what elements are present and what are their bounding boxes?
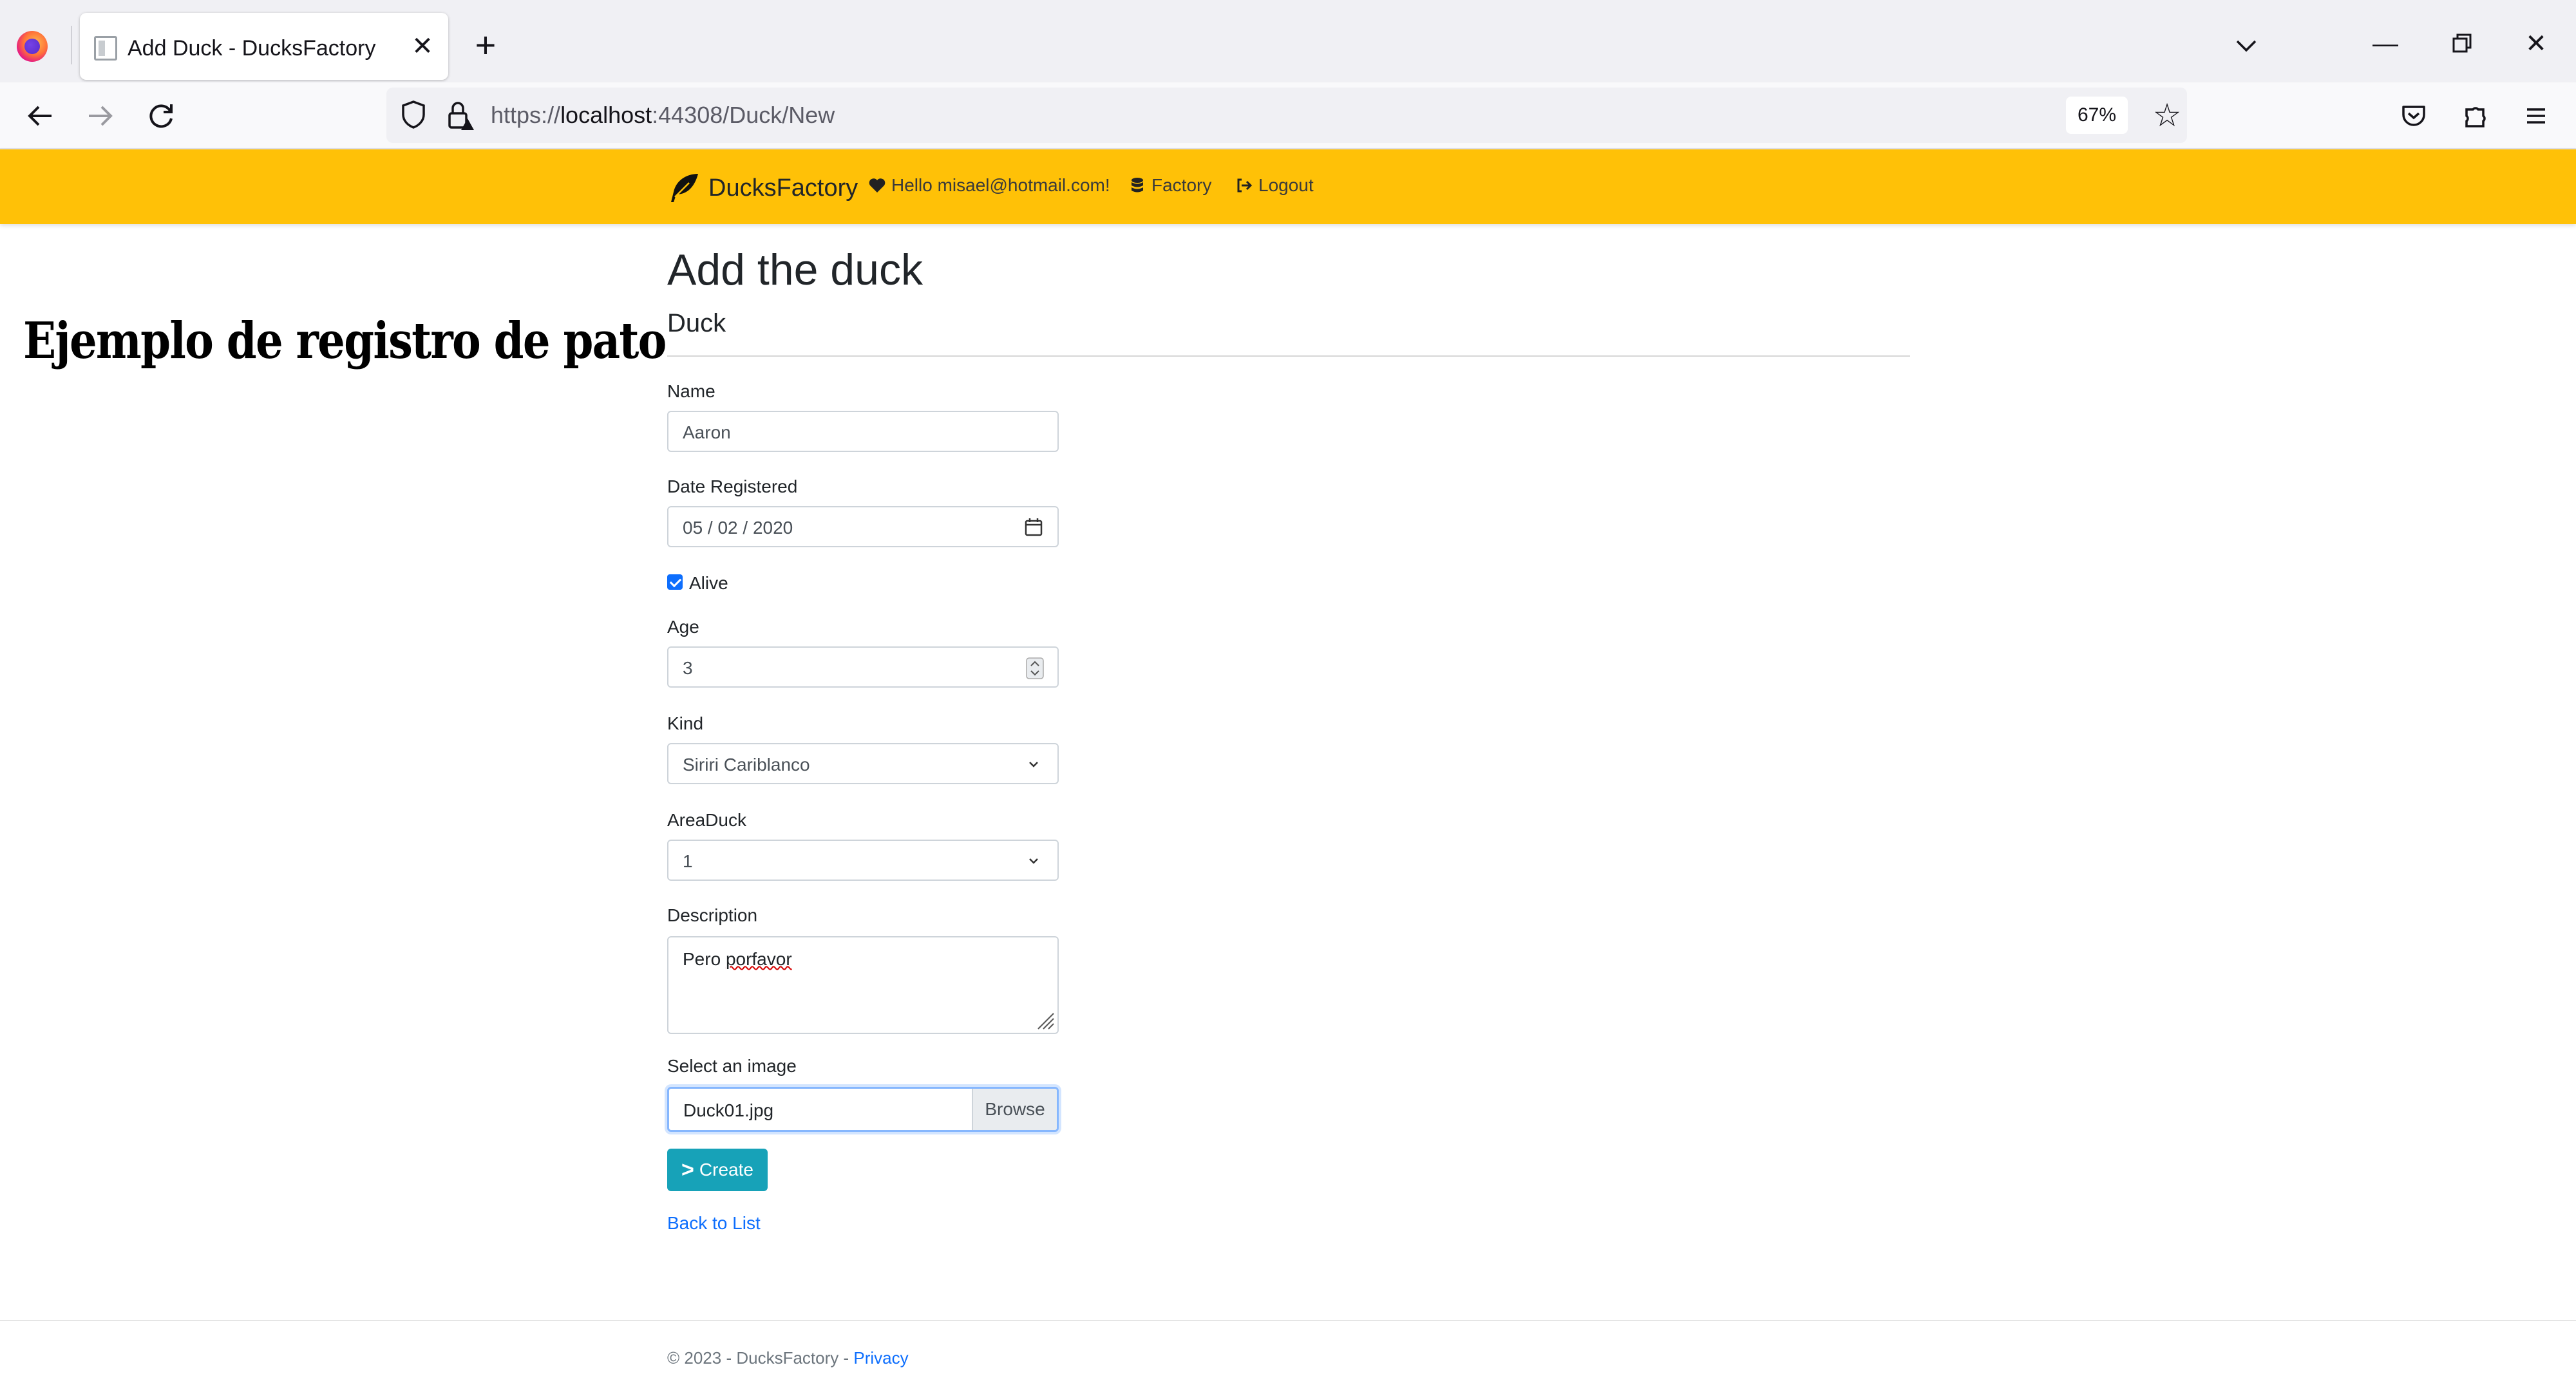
date-registered-label: Date Registered [667,476,798,496]
browse-button[interactable]: Browse [972,1089,1057,1130]
logout-link[interactable]: Logout [1235,175,1314,196]
new-tab-button[interactable]: + [468,27,504,63]
age-label: Age [667,617,699,637]
tab-title: Add Duck - DucksFactory [128,36,376,61]
extensions-puzzle-icon[interactable] [2456,97,2495,135]
hamburger-menu-icon[interactable] [2517,97,2555,135]
name-label: Name [667,381,715,401]
heart-icon [869,178,886,193]
divider [667,355,1910,357]
description-textarea[interactable]: Pero porfavor [667,936,1059,1034]
sign-out-icon [1237,178,1253,193]
alive-checkbox[interactable] [667,574,683,590]
url-bar[interactable]: https://localhost:44308/Duck/New 67% ☆ [386,88,2187,143]
kind-select[interactable]: Siriri Cariblanco [667,743,1059,784]
pocket-icon[interactable] [2394,97,2433,135]
area-duck-select[interactable]: 1 [667,840,1059,881]
date-registered-input[interactable]: 05 / 02 / 2020 [667,506,1059,547]
lock-warning-icon[interactable] [446,99,474,131]
age-input[interactable]: 3 [667,646,1059,688]
create-button-label: Create [699,1160,753,1180]
brand-text: DucksFactory [708,174,858,202]
back-to-list-link[interactable]: Back to List [667,1213,761,1234]
chevron-down-icon [1029,858,1038,864]
bookmark-star-icon[interactable]: ☆ [2148,97,2186,134]
kind-value: Siriri Cariblanco [683,755,810,775]
page-subtitle: Duck [667,309,726,337]
spinner-arrows-icon[interactable] [1025,657,1045,680]
description-label: Description [667,905,758,925]
page-favicon-icon [94,36,117,61]
logout-text: Logout [1258,175,1314,195]
url-scheme: https:// [491,102,561,128]
footer: © 2023 - DucksFactory - Privacy [667,1348,909,1368]
url-text[interactable]: https://localhost:44308/Duck/New [491,102,835,129]
feather-icon [671,174,698,202]
tab-separator [71,26,72,64]
database-icon [1132,178,1143,193]
browser-tab[interactable]: Add Duck - DucksFactory ✕ [80,13,448,80]
date-registered-value: 05 / 02 / 2020 [683,518,793,538]
list-all-tabs-icon[interactable] [2228,27,2264,63]
create-button[interactable]: > Create [667,1149,768,1191]
alive-label: Alive [689,573,728,593]
minimize-window-icon[interactable]: — [2365,23,2406,64]
chevron-right-icon: > [681,1157,694,1182]
area-duck-label: AreaDuck [667,810,746,830]
footer-divider [0,1320,2576,1321]
brand-link[interactable]: DucksFactory [667,169,858,207]
select-image-label: Select an image [667,1056,797,1076]
description-word: Pero [683,949,721,969]
kind-label: Kind [667,713,704,733]
description-misspelled-word: porfavor [725,949,792,969]
url-host: localhost [560,102,652,128]
tab-close-icon[interactable]: ✕ [408,32,437,61]
close-window-icon[interactable]: ✕ [2515,23,2557,64]
footer-copyright: © 2023 - DucksFactory - [667,1348,854,1368]
forward-arrow-icon[interactable] [81,97,120,135]
privacy-link[interactable]: Privacy [853,1348,908,1368]
hello-user-text: Hello misael@hotmail.com! [891,175,1110,195]
description-value: Pero porfavor [683,949,792,970]
reload-icon[interactable] [142,97,180,135]
image-file-input[interactable]: Duck01.jpg Browse [667,1087,1059,1132]
back-arrow-icon[interactable] [21,97,59,135]
side-caption: Ejemplo de registro de pato [23,312,667,370]
area-duck-value: 1 [683,851,693,871]
url-path: :44308/Duck/New [652,102,835,128]
browser-tab-bar: Add Duck - DucksFactory ✕ + — ✕ [0,0,2576,82]
restore-window-icon[interactable] [2441,23,2482,64]
factory-text: Factory [1151,175,1212,195]
name-value: Aaron [683,422,731,442]
factory-link[interactable]: Factory [1128,175,1211,196]
name-input[interactable]: Aaron [667,411,1059,452]
calendar-icon[interactable] [1023,516,1045,538]
resize-grip-icon[interactable] [1033,1008,1055,1030]
chevron-down-icon [1029,762,1038,767]
site-header: DucksFactory Hello misael@hotmail.com! F… [0,149,2576,224]
age-value: 3 [683,658,693,678]
firefox-logo-icon[interactable] [17,31,48,62]
page-title: Add the duck [667,245,923,294]
hello-user-link[interactable]: Hello misael@hotmail.com! [868,175,1110,196]
tracking-protection-shield-icon[interactable] [401,99,426,130]
image-file-value: Duck01.jpg [683,1100,774,1120]
zoom-level-button[interactable]: 67% [2066,97,2128,134]
browser-toolbar: https://localhost:44308/Duck/New 67% ☆ [0,82,2576,149]
